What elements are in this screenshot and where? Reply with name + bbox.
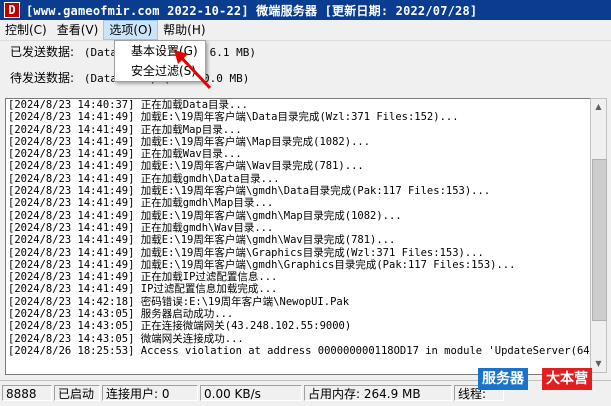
app-icon[interactable]: D [4,2,20,18]
log-line: [2024/8/23 14:43:05] 微端网关连接成功... [8,332,244,345]
scroll-up-icon[interactable]: ▲ [591,99,606,115]
status-users: 连接用户: 0 [102,385,198,401]
watermark-right: 大本营 [542,368,592,390]
log-line: [2024/8/23 14:41:49] 加载E:\19周年客户端\gmdh\W… [8,234,396,247]
log-line: [2024/8/23 14:41:49] 正在加载Map目录... [8,123,242,136]
log-line: [2024/8/23 14:41:49] 加载E:\19周年客户端\gmdh\G… [8,258,516,271]
menu-bar: 控制(C) 查看(V) 选项(O) 帮助(H) [0,20,611,41]
window-title: [www.gameofmir.com 2022-10-22] 微端服务器 [更新… [26,3,478,18]
status-speed: 0.00 KB/s [200,385,302,401]
status-port: 8888 [2,385,52,401]
status-state: 已启动 [54,385,100,401]
menu-view[interactable]: 查看(V) [52,20,104,40]
log-line: [2024/8/23 14:41:49] 正在加载gmdh\Wav目录... [8,221,274,234]
log-line: [2024/8/23 14:43:05] 正在连接微端网关(43.248.102… [8,320,352,333]
red-arrow-icon [174,50,212,90]
menu-help[interactable]: 帮助(H) [158,20,210,40]
stats-panel: 已发送数据: (Data .0 MB) (Wav: 6.1 MB) 待发送数据:… [0,41,611,95]
log-line: [2024/8/23 14:43:05] 服务器启动成功... [8,308,234,321]
title-bar: D [www.gameofmir.com 2022-10-22] 微端服务器 [… [0,0,611,20]
watermark-left: 服务器 [478,368,528,390]
scroll-down-icon[interactable]: ▼ [591,356,606,372]
log-line: [2024/8/23 14:41:49] 加载E:\19周年客户端\Map目录完… [8,135,371,148]
log-line: [2024/8/23 14:41:49] 加载E:\19周年客户端\gmdh\D… [8,185,491,198]
log-line: [2024/8/23 14:41:49] 加载E:\19周年客户端\Graphi… [8,246,484,259]
log-line: [2024/8/23 14:41:49] 正在加载gmdh\Map目录... [8,197,274,210]
log-line: [2024/8/23 14:42:18] 密码错误:E:\19周年客户端\New… [8,295,350,308]
log-line: [2024/8/26 18:25:53] Access violation at… [8,344,591,357]
menu-options[interactable]: 选项(O) [103,20,159,40]
log-line: [2024/8/23 14:41:49] 加载E:\19周年客户端\Wav目录完… [8,160,364,173]
log-line: [2024/8/23 14:41:49] 加载E:\19周年客户端\gmdh\M… [8,209,402,222]
log-line: [2024/8/23 14:41:49] IP过滤配置信息加载完成... [8,283,278,296]
log-line: [2024/8/23 14:41:49] 加载E:\19周年客户端\Data目录… [8,111,459,124]
scroll-thumb[interactable] [592,159,607,321]
status-memory: 占用内存: 264.9 MB [304,385,452,401]
log-line: [2024/8/23 14:41:49] 正在加载gmdh\Data目录... [8,172,280,185]
sent-label: 已发送数据: [10,45,75,59]
log-line: [2024/8/23 14:41:49] 正在加载Wav目录... [8,148,242,161]
log-line: [2024/8/23 14:41:49] 正在加载IP过滤配置信息... [8,271,278,284]
log-view[interactable]: [2024/8/23 14:40:37] 正在加载Data目录... [2024… [5,98,591,375]
log-line: [2024/8/23 14:40:37] 正在加载Data目录... [8,99,249,111]
menu-control[interactable]: 控制(C) [0,20,52,40]
log-scrollbar[interactable]: ▲ ▼ [590,98,607,373]
pending-label: 待发送数据: [10,71,75,85]
